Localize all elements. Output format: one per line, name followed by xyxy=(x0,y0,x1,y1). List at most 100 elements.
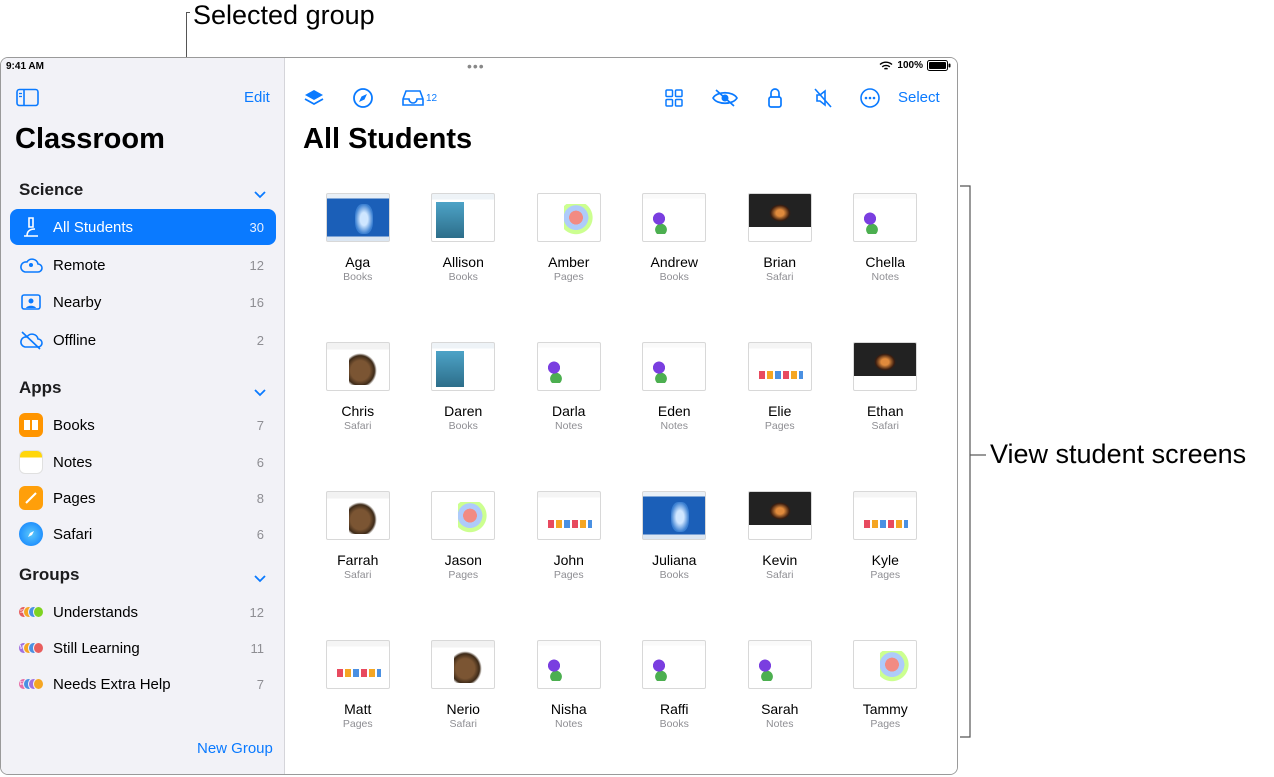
student-screen-thumbnail[interactable] xyxy=(431,193,496,242)
student-tile[interactable]: Nisha Notes xyxy=(516,640,622,774)
student-app: Books xyxy=(448,420,478,432)
student-app: Safari xyxy=(344,569,372,581)
student-tile[interactable]: Kyle Pages xyxy=(833,491,939,640)
student-tile[interactable]: Darla Notes xyxy=(516,342,622,491)
student-tile[interactable]: Juliana Books xyxy=(622,491,728,640)
student-screen-thumbnail[interactable] xyxy=(642,491,707,540)
student-screen-thumbnail[interactable] xyxy=(431,342,496,391)
hide-screens-icon[interactable] xyxy=(711,86,739,110)
sidebar-item-needs-extra-help[interactable]: EO Needs Extra Help 7 xyxy=(10,666,276,702)
inbox-button[interactable]: 12 xyxy=(401,86,437,110)
student-tile[interactable]: Sarah Notes xyxy=(727,640,833,774)
sidebar-item-count: 11 xyxy=(250,640,265,656)
student-screen-thumbnail[interactable] xyxy=(642,342,707,391)
student-tile[interactable]: Elie Pages xyxy=(727,342,833,491)
student-screen-thumbnail[interactable] xyxy=(747,193,812,242)
student-name: Tammy xyxy=(862,701,908,717)
sidebar-item-safari[interactable]: Safari 6 xyxy=(10,516,276,552)
sidebar-item-books[interactable]: Books 7 xyxy=(10,407,276,443)
sidebar-item-pages[interactable]: Pages 8 xyxy=(10,480,276,516)
sidebar-item-nearby[interactable]: Nearby 16 xyxy=(10,284,276,320)
sidebar-item-still-learning[interactable]: MR Still Learning 11 xyxy=(10,630,276,666)
sidebar-item-notes[interactable]: Notes 6 xyxy=(10,444,276,480)
student-screen-thumbnail[interactable] xyxy=(325,342,390,391)
sidebar-item-remote[interactable]: Remote 12 xyxy=(10,247,276,283)
student-tile[interactable]: Tammy Pages xyxy=(833,640,939,774)
student-screen-thumbnail[interactable] xyxy=(325,640,390,689)
student-tile[interactable]: Aga Books xyxy=(305,193,411,342)
student-app: Books xyxy=(343,271,373,283)
chevron-down-icon[interactable] xyxy=(253,388,267,398)
student-name: Chris xyxy=(341,403,375,419)
compass-icon[interactable] xyxy=(352,86,374,110)
chevron-down-icon[interactable] xyxy=(253,574,267,584)
student-tile[interactable]: Jason Pages xyxy=(411,491,517,640)
student-screen-thumbnail[interactable] xyxy=(853,640,918,689)
callout-line-tick xyxy=(186,12,190,13)
student-tile[interactable]: Matt Pages xyxy=(305,640,411,774)
student-tile[interactable]: Andrew Books xyxy=(622,193,728,342)
sidebar-item-count: 12 xyxy=(249,257,264,273)
student-screen-thumbnail[interactable] xyxy=(536,640,601,689)
student-screen-thumbnail[interactable] xyxy=(431,640,496,689)
student-tile[interactable]: Daren Books xyxy=(411,342,517,491)
student-tile[interactable]: Chris Safari xyxy=(305,342,411,491)
student-name: Kyle xyxy=(871,552,899,568)
grid-view-icon[interactable] xyxy=(664,86,684,110)
student-tile[interactable]: Raffi Books xyxy=(622,640,728,774)
more-options-icon[interactable] xyxy=(859,86,881,110)
sidebar-item-all-students[interactable]: All Students 30 xyxy=(10,209,276,245)
student-screen-thumbnail[interactable] xyxy=(747,640,812,689)
sidebar-toggle-icon[interactable] xyxy=(16,88,40,108)
student-app: Notes xyxy=(766,718,794,730)
new-group-button[interactable]: New Group xyxy=(197,740,273,757)
microscope-icon xyxy=(18,216,44,238)
student-screen-thumbnail[interactable] xyxy=(325,193,390,242)
student-screen-thumbnail[interactable] xyxy=(642,640,707,689)
student-app: Pages xyxy=(764,420,795,432)
student-screen-thumbnail[interactable] xyxy=(536,342,601,391)
student-tile[interactable]: Brian Safari xyxy=(727,193,833,342)
layers-icon[interactable] xyxy=(303,86,325,110)
sidebar-item-understands[interactable]: SC Understands 12 xyxy=(10,594,276,630)
student-tile[interactable]: Eden Notes xyxy=(622,342,728,491)
chevron-down-icon[interactable] xyxy=(253,190,267,200)
student-tile[interactable]: Amber Pages xyxy=(516,193,622,342)
section-science-header[interactable]: Science xyxy=(19,180,83,200)
student-screen-thumbnail[interactable] xyxy=(747,491,812,540)
student-tile[interactable]: Chella Notes xyxy=(833,193,939,342)
student-tile[interactable]: Nerio Safari xyxy=(411,640,517,774)
student-name: Aga xyxy=(345,254,371,270)
mute-icon[interactable] xyxy=(813,86,833,110)
student-screen-thumbnail[interactable] xyxy=(431,491,496,540)
student-name: Raffi xyxy=(659,701,689,717)
student-screen-thumbnail[interactable] xyxy=(536,491,601,540)
student-screen-thumbnail[interactable] xyxy=(747,342,812,391)
section-apps-header[interactable]: Apps xyxy=(19,378,62,398)
student-tile[interactable]: John Pages xyxy=(516,491,622,640)
select-button[interactable]: Select xyxy=(898,89,940,106)
inbox-icon xyxy=(402,90,424,106)
edit-button[interactable]: Edit xyxy=(244,89,270,106)
student-app: Books xyxy=(659,569,689,581)
student-tile[interactable]: Farrah Safari xyxy=(305,491,411,640)
multitasking-dots-icon[interactable]: ••• xyxy=(467,58,485,74)
student-tile[interactable]: Ethan Safari xyxy=(833,342,939,491)
sidebar-item-offline[interactable]: Offline 2 xyxy=(10,322,276,358)
sidebar-item-label: Pages xyxy=(53,489,96,507)
notes-app-icon xyxy=(18,450,44,474)
student-tile[interactable]: Allison Books xyxy=(411,193,517,342)
student-screen-thumbnail[interactable] xyxy=(853,342,918,391)
sidebar-item-label: Safari xyxy=(53,525,93,543)
student-name: Brian xyxy=(763,254,797,270)
student-screen-thumbnail[interactable] xyxy=(642,193,707,242)
sidebar-item-label: Nearby xyxy=(53,293,102,311)
student-screen-thumbnail[interactable] xyxy=(536,193,601,242)
student-screen-thumbnail[interactable] xyxy=(853,193,918,242)
student-screen-thumbnail[interactable] xyxy=(853,491,918,540)
lock-icon[interactable] xyxy=(767,86,783,110)
student-tile[interactable]: Kevin Safari xyxy=(727,491,833,640)
student-screen-thumbnail[interactable] xyxy=(325,491,390,540)
student-name: Amber xyxy=(548,254,590,270)
section-groups-header[interactable]: Groups xyxy=(19,565,79,585)
